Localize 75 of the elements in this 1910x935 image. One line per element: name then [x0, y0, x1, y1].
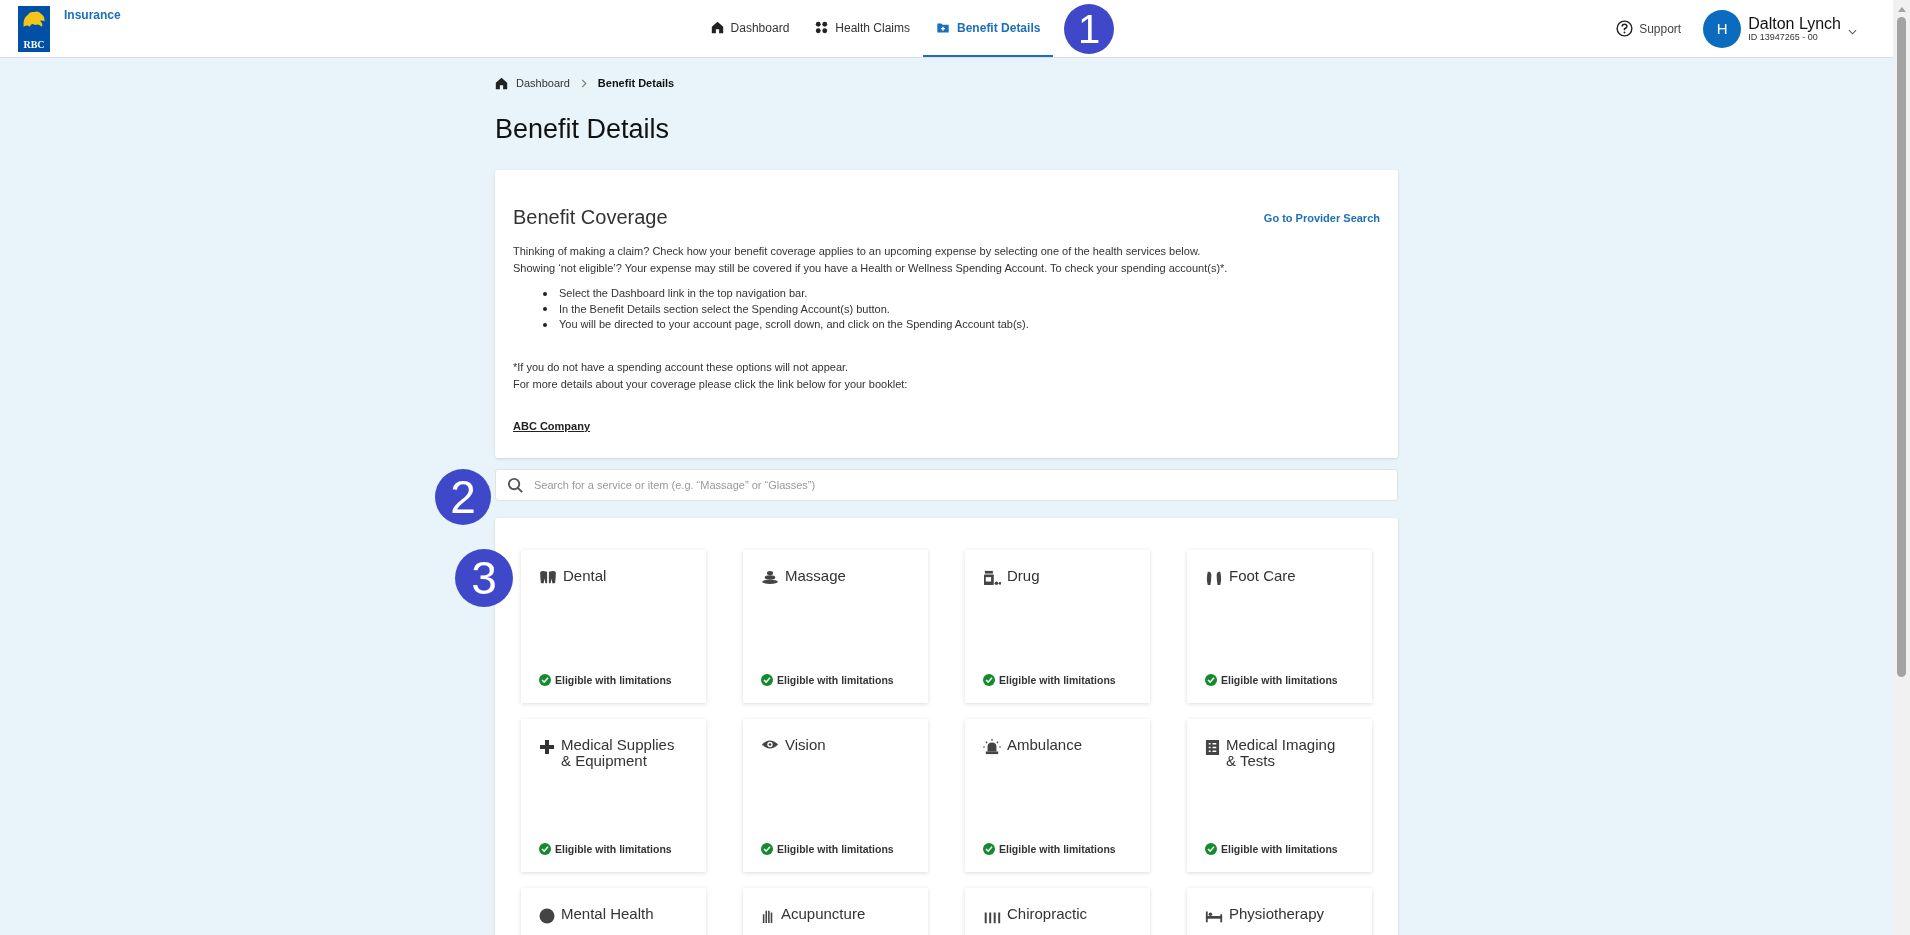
chevron-right-icon — [580, 78, 587, 88]
service-name: Drug — [1007, 567, 1040, 584]
eligibility-status: Eligible with limitations — [999, 842, 1116, 855]
brand-name: Insurance — [64, 8, 121, 22]
eligibility-status: Eligible with limitations — [1221, 673, 1338, 686]
eligibility-status: Eligible with limitations — [777, 842, 894, 855]
home-icon — [495, 76, 508, 90]
four-dots-icon — [815, 21, 829, 34]
service-name: Medical Supplies & Equipment — [561, 736, 676, 769]
service-name: Foot Care — [1229, 567, 1296, 584]
body-text: Thinking of making a claim? Check how your benefit coverage applies to an upcoming expense by selecting one of the health services below. — [513, 244, 1202, 259]
service-tile[interactable]: Drug Eligible with limitations — [965, 549, 1150, 703]
service-name: Vision — [785, 736, 826, 753]
eligibility-status: Eligible with limitations — [1221, 842, 1338, 855]
step-number-badge: 2 — [435, 469, 491, 525]
support-link[interactable]: Support — [1616, 20, 1682, 37]
service-tile[interactable]: Mental Health — [521, 887, 706, 935]
breadcrumb-item: Benefit Details — [597, 77, 675, 89]
pill-bottle-icon — [983, 569, 1001, 586]
step-number-badge: 3 — [455, 549, 513, 607]
service-tile[interactable]: Chiropractic — [965, 887, 1150, 935]
service-tile[interactable]: Physiotherapy — [1187, 887, 1372, 935]
service-tile[interactable]: Ambulance Eligible with limitations — [965, 718, 1150, 872]
checklist-icon — [1205, 738, 1220, 756]
nav-tab[interactable]: Health Claims — [802, 0, 924, 57]
eligibility-status: Eligible with limitations — [555, 673, 672, 686]
list-item-text: In the Benefit Details section select the Spending Account(s) button. — [559, 301, 890, 317]
breadcrumb-item[interactable]: Dashboard — [516, 77, 570, 89]
list-item-text: You will be directed to your account page, scroll down, and click on the Spending Account tab(s). — [559, 317, 1029, 332]
service-name: Acupuncture — [781, 905, 866, 922]
service-tile[interactable]: Foot Care Eligible with limitations — [1187, 549, 1372, 703]
service-tile[interactable]: Medical Imaging & Tests Eligible with limitations — [1187, 718, 1372, 872]
service-name: Ambulance — [1007, 736, 1083, 753]
nav-tab[interactable]: Dashboard — [697, 0, 803, 57]
nav-tab[interactable]: Benefit Details — [923, 0, 1054, 57]
avatar[interactable]: H — [1703, 9, 1742, 48]
page-title: Benefit Details — [495, 114, 671, 145]
service-tile[interactable]: Vision Eligible with limitations — [743, 718, 928, 872]
body-text: Showing ‘not eligible’? Your expense may still be covered if you have a Health or Wellness Spending Account. To check your spending account(s)*. — [513, 261, 1229, 276]
eligibility-status: Eligible with limitations — [999, 673, 1116, 686]
folder-icon — [936, 21, 951, 34]
service-name: Massage — [785, 567, 846, 584]
service-name: Dental — [563, 567, 607, 584]
teeth-icon — [539, 569, 557, 584]
bullet-icon — [543, 291, 547, 296]
scrollbar[interactable] — [1893, 0, 1910, 935]
eligibility-status: Eligible with limitations — [555, 842, 672, 855]
home-icon — [710, 21, 724, 34]
member-id: ID 13947265 - 00 — [1748, 32, 1819, 42]
bullet-icon — [543, 307, 547, 312]
eligibility-status: Eligible with limitations — [777, 673, 894, 686]
body-text: For more details about your coverage please click the link below for your booklet: — [513, 376, 909, 392]
stacked-stones-icon — [761, 569, 779, 584]
service-name: Mental Health — [561, 905, 654, 922]
user-name: Dalton Lynch — [1748, 15, 1841, 32]
help-icon — [1616, 20, 1634, 37]
section-title: Benefit Coverage — [513, 206, 668, 229]
service-tile[interactable]: Acupuncture — [743, 887, 928, 935]
siren-icon — [983, 738, 1001, 755]
service-tile[interactable]: Massage Eligible with limitations — [743, 549, 928, 703]
provider-search-link[interactable]: Go to Provider Search — [1263, 211, 1380, 224]
chevron-down-icon[interactable] — [1848, 28, 1857, 35]
booklet-link[interactable]: ABC Company — [513, 419, 590, 432]
eye-icon — [761, 738, 779, 750]
bullet-icon — [543, 322, 547, 327]
search-field[interactable]: Search for a service or item (e.g. “Massage” or “Glasses”) — [495, 468, 1398, 501]
plus-cross-icon — [539, 738, 555, 755]
service-name: Medical Imaging & Tests — [1226, 736, 1337, 769]
body-text: *If you do not have a spending account these options will not appear. — [513, 359, 850, 375]
logo[interactable]: RBC — [18, 6, 50, 52]
service-tile[interactable]: Dental Eligible with limitations — [521, 549, 706, 703]
list-item-text: Select the Dashboard link in the top navigation bar. — [559, 286, 808, 301]
service-name: Physiotherapy — [1229, 905, 1325, 922]
service-name: Chiropractic — [1007, 905, 1088, 922]
service-tile[interactable]: Medical Supplies & Equipment Eligible with limitations — [521, 718, 706, 872]
